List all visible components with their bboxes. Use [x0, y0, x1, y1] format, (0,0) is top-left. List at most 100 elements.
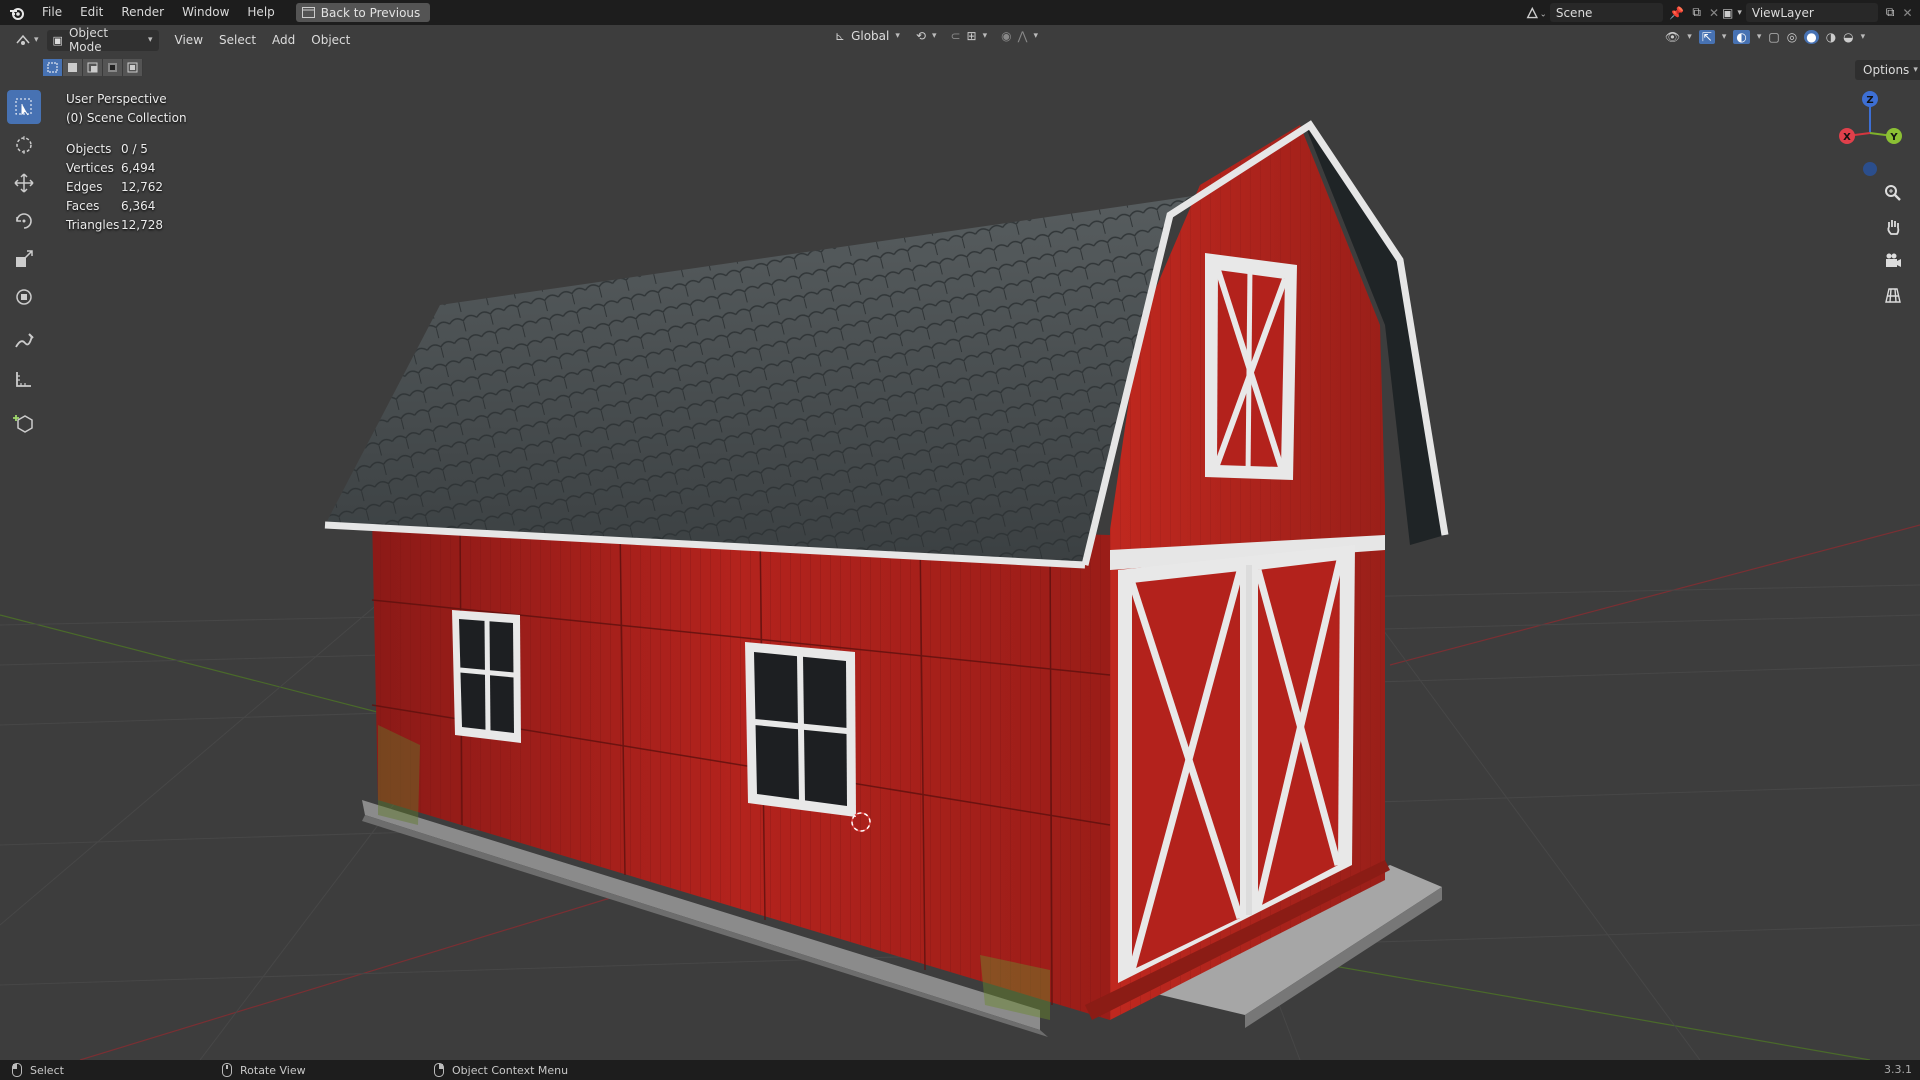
stat-label: Objects	[66, 142, 112, 156]
chevron-down-icon: ▾	[34, 35, 39, 45]
new-viewlayer-icon[interactable]: ⧉	[1886, 5, 1895, 20]
chevron-down-icon: ▾	[1913, 65, 1918, 75]
solid-shading-icon[interactable]: ●	[1804, 30, 1819, 44]
chevron-down-icon: ▾	[982, 31, 988, 41]
chevron-down-icon: ▾	[931, 31, 937, 41]
perspective-toggle-icon[interactable]	[1880, 282, 1906, 308]
snap-icon[interactable]: ⊂	[950, 29, 960, 43]
menu-select[interactable]: Select	[211, 25, 264, 55]
zoom-icon[interactable]	[1880, 180, 1906, 206]
rotate-tool[interactable]	[7, 204, 41, 238]
gizmo-y-label: Y	[1889, 132, 1898, 143]
barn-model[interactable]	[324, 120, 1449, 1037]
select-new-icon[interactable]	[43, 59, 63, 76]
side-window-1	[452, 610, 521, 743]
select-extend-icon[interactable]	[63, 59, 83, 76]
stat-label: Edges	[66, 180, 103, 194]
annotate-icon	[15, 333, 34, 348]
select-invert-icon[interactable]	[103, 59, 123, 76]
move-tool[interactable]	[7, 166, 41, 200]
svg-text:⌄: ⌄	[1540, 8, 1547, 18]
falloff-icon[interactable]: ⋀	[1018, 29, 1028, 43]
viewlayer-name: ViewLayer	[1751, 5, 1814, 20]
visibility-icon[interactable]: 👁	[1665, 30, 1680, 44]
status-context-label: Object Context Menu	[452, 1063, 569, 1077]
menu-object[interactable]: Object	[303, 25, 358, 55]
options-dropdown[interactable]: Options ▾	[1855, 60, 1920, 80]
scale-icon	[16, 250, 33, 267]
chevron-down-icon: ▾	[1756, 32, 1762, 42]
measure-tool[interactable]	[7, 362, 41, 396]
select-subtract-icon[interactable]	[83, 59, 103, 76]
remove-scene-icon[interactable]: ✕	[1709, 6, 1719, 20]
add-cube-tool[interactable]	[7, 406, 41, 440]
proportional-editing-icon[interactable]: ◉	[1001, 29, 1011, 43]
measure-icon	[16, 372, 31, 387]
annotate-tool[interactable]	[7, 324, 41, 358]
rendered-shading-icon[interactable]: ◒	[1843, 30, 1853, 44]
wireframe-shading-icon[interactable]: ◎	[1787, 30, 1797, 44]
selection-mode-group	[43, 59, 143, 76]
gizmo-toggle-icon[interactable]: ⇱	[1698, 30, 1715, 44]
scene-name-field[interactable]: Scene	[1549, 3, 1664, 22]
rotate-icon	[16, 213, 32, 229]
pivot-point-icon[interactable]: ⟲	[916, 29, 926, 43]
scene-statistics: Objects 0 / 5 Vertices 6,494 Edges 12,762 F…	[66, 140, 163, 235]
select-cursor-icon	[15, 98, 32, 116]
chevron-down-icon: ▾	[148, 35, 153, 45]
remove-viewlayer-icon[interactable]: ✕	[1902, 6, 1912, 20]
navigation-tools	[1880, 180, 1906, 308]
mode-dropdown[interactable]: ▣ Object Mode ▾	[46, 26, 159, 54]
cursor-tool[interactable]	[7, 128, 41, 162]
pan-hand-icon[interactable]	[1880, 214, 1906, 240]
select-intersect-icon[interactable]	[123, 59, 143, 76]
gizmo-x-label: X	[1843, 132, 1851, 143]
new-scene-icon[interactable]: ⧉	[1692, 5, 1701, 20]
xray-icon[interactable]: ▢	[1768, 30, 1779, 44]
gizmo-neg-z-axis[interactable]	[1863, 162, 1877, 176]
snap-increment-icon[interactable]: ⊞	[967, 29, 977, 43]
stat-value: 0 / 5	[121, 142, 148, 156]
add-cube-icon	[13, 415, 33, 433]
scale-tool[interactable]	[7, 242, 41, 276]
back-button-label: Back to Previous	[320, 5, 421, 20]
menu-help[interactable]: Help	[238, 0, 283, 25]
viewlayer-icon[interactable]: ▣	[1722, 6, 1733, 20]
select-box-tool[interactable]	[7, 90, 41, 124]
menu-file[interactable]: File	[33, 0, 71, 25]
stat-value: 6,364	[121, 199, 156, 213]
status-rotate: Rotate View	[222, 1060, 306, 1080]
material-shading-icon[interactable]: ◑	[1826, 30, 1836, 44]
camera-view-icon[interactable]	[1880, 248, 1906, 274]
menu-render[interactable]: Render	[112, 0, 173, 25]
status-context: Object Context Menu	[434, 1060, 568, 1080]
scene-icon[interactable]: ⌄	[1524, 4, 1550, 22]
pin-icon[interactable]: 📌	[1669, 6, 1684, 20]
transform-orientation-label[interactable]: Global	[851, 29, 889, 43]
blender-logo-icon[interactable]	[9, 5, 25, 21]
mouse-left-icon	[12, 1063, 22, 1077]
menu-add[interactable]: Add	[264, 25, 303, 55]
transform-tool[interactable]	[7, 280, 41, 314]
viewport-header: ▾ ▣ Object Mode ▾ View Select Add Object…	[0, 25, 1920, 55]
menu-view[interactable]: View	[167, 25, 211, 55]
navigation-gizmo[interactable]: Z Y X	[1835, 88, 1905, 178]
viewlayer-name-field[interactable]: ViewLayer	[1745, 3, 1878, 22]
menu-edit[interactable]: Edit	[71, 0, 112, 25]
scene-selector[interactable]: ⌄ Scene 📌 ⧉ ✕	[1524, 2, 1719, 23]
cursor-icon	[16, 136, 32, 154]
editor-type-icon[interactable]	[12, 30, 34, 51]
version-label: 3.3.1	[1884, 1063, 1912, 1076]
gizmo-z-label: Z	[1866, 95, 1873, 106]
viewlayer-selector[interactable]: ▣ ▾ ViewLayer ⧉ ✕	[1722, 2, 1918, 23]
3d-viewport[interactable]	[0, 25, 1920, 1060]
status-bar: Select Rotate View Object Context Menu 3…	[0, 1060, 1920, 1080]
overlay-toggle-icon[interactable]: ◐	[1733, 30, 1750, 44]
menu-window[interactable]: Window	[173, 0, 238, 25]
back-to-previous-button[interactable]: Back to Previous	[295, 3, 431, 22]
viewport-info: User Perspective (0) Scene Collection	[66, 90, 187, 128]
transform-orientation-icon[interactable]: ⊾	[835, 29, 845, 43]
view-name: User Perspective	[66, 92, 167, 106]
screen-icon	[301, 7, 315, 18]
stat-value: 12,762	[121, 180, 163, 194]
